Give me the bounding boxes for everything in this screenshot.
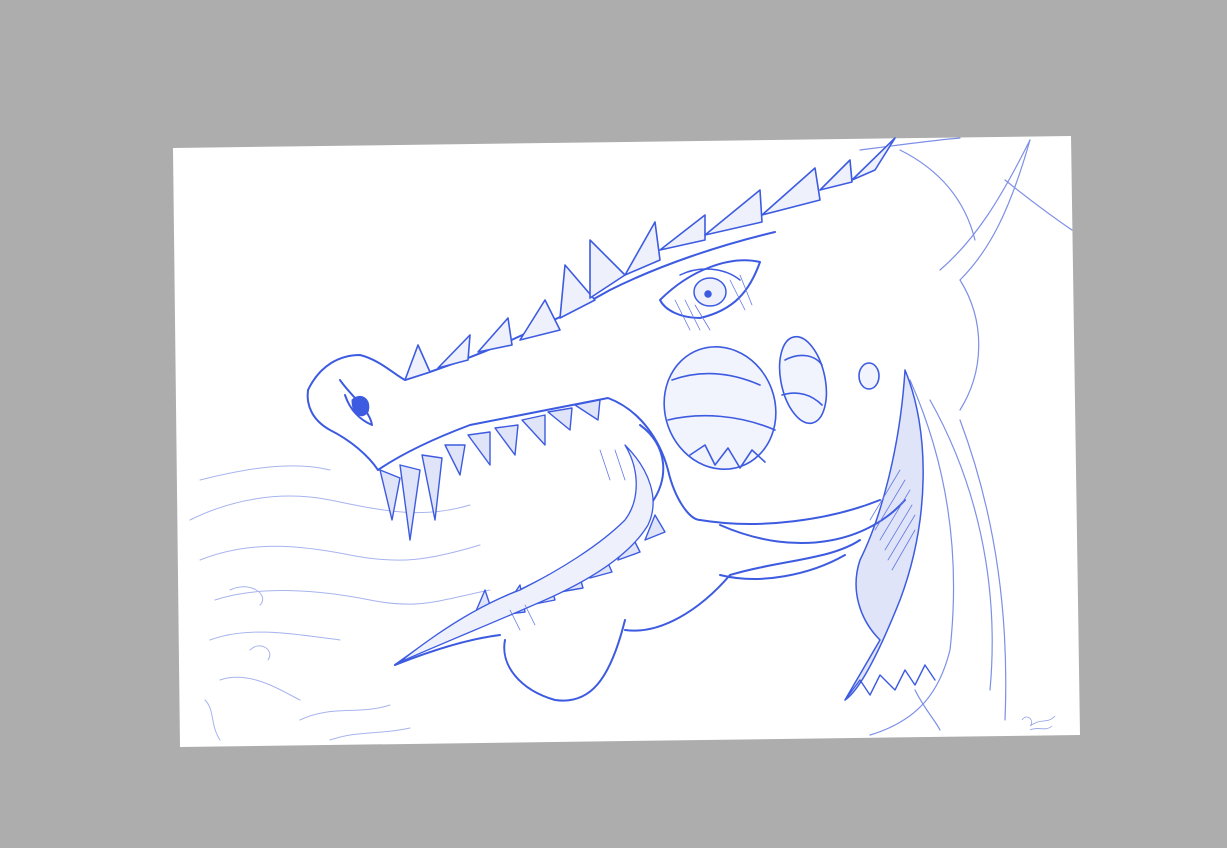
workspace [0, 0, 1227, 848]
paper-sheet [173, 136, 1080, 747]
drawing-canvas[interactable] [0, 0, 1227, 848]
